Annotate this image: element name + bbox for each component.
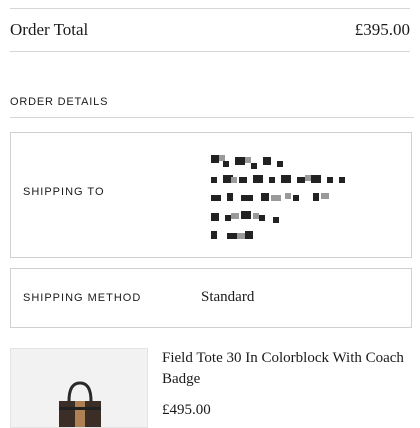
shipping-to-label: SHIPPING TO (23, 186, 105, 198)
shipping-method-label: SHIPPING METHOD (23, 292, 142, 304)
order-details-heading: ORDER DETAILS (10, 96, 109, 108)
order-total-row: Order Total £395.00 (10, 19, 410, 41)
redacted-address (211, 155, 345, 239)
shipping-method-value: Standard (201, 289, 255, 305)
order-total-label: Order Total (10, 20, 89, 39)
tote-bag-graphic (59, 381, 101, 427)
tote-bag-image-icon[interactable] (10, 348, 148, 428)
order-details-divider (10, 117, 414, 118)
product-price: £495.00 (162, 402, 211, 418)
shipping-method-panel: SHIPPING METHOD Standard (10, 268, 412, 328)
product-name[interactable]: Field Tote 30 In Colorblock With Coach B… (162, 348, 412, 390)
shipping-to-panel: SHIPPING TO (10, 132, 412, 258)
total-divider (10, 51, 410, 52)
order-total-value: £395.00 (354, 20, 410, 39)
top-divider (10, 8, 410, 9)
